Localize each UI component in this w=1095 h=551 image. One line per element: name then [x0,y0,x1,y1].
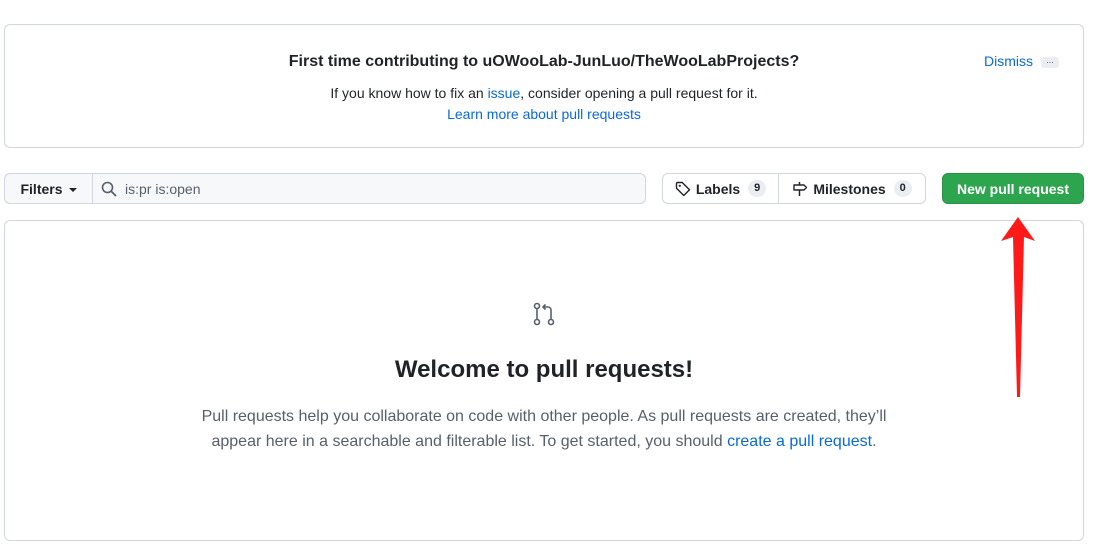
labels-count: 9 [748,180,767,197]
labels-label: Labels [695,180,741,197]
milestone-icon [793,181,808,196]
empty-state-text-end: . [872,433,877,450]
search-box[interactable] [92,173,646,204]
more-options-button[interactable]: ... [1041,56,1059,68]
empty-state-title: Welcome to pull requests! [394,356,694,383]
caret-down-icon [68,187,77,192]
git-pull-request-icon [533,302,555,326]
learn-more-link[interactable]: Learn more about pull requests [447,106,641,122]
red-arrow-annotation-icon [1001,217,1035,397]
banner-message-suffix: , consider opening a pull request for it… [520,85,758,101]
tag-icon [675,181,691,196]
banner-title: First time contributing to uOWooLab-JunL… [288,53,800,70]
dismiss-button[interactable]: Dismiss [984,53,1033,69]
milestones-count: 0 [893,180,912,197]
banner-message-prefix: If you know how to fix an [330,85,488,101]
labels-milestones-nav: Labels 9 Milestones 0 [662,173,926,204]
search-icon [101,181,117,196]
create-pull-request-link[interactable]: create a pull request [727,433,872,450]
issue-link[interactable]: issue [488,85,521,101]
empty-state-panel: Welcome to pull requests! Pull requests … [4,220,1084,541]
empty-state-description: Pull requests help you collaborate on co… [195,404,893,454]
first-time-contributor-banner: First time contributing to uOWooLab-JunL… [4,24,1084,148]
filters-dropdown[interactable]: Filters [4,173,92,204]
new-pull-request-button[interactable]: New pull request [942,173,1084,204]
search-input[interactable] [125,180,625,197]
banner-message: If you know how to fix an issue, conside… [5,85,1083,101]
milestones-label: Milestones [813,180,886,197]
labels-button[interactable]: Labels 9 [663,174,779,203]
filters-label: Filters [20,180,63,197]
banner-learn-more: Learn more about pull requests [5,106,1083,122]
milestones-button[interactable]: Milestones 0 [779,174,925,203]
